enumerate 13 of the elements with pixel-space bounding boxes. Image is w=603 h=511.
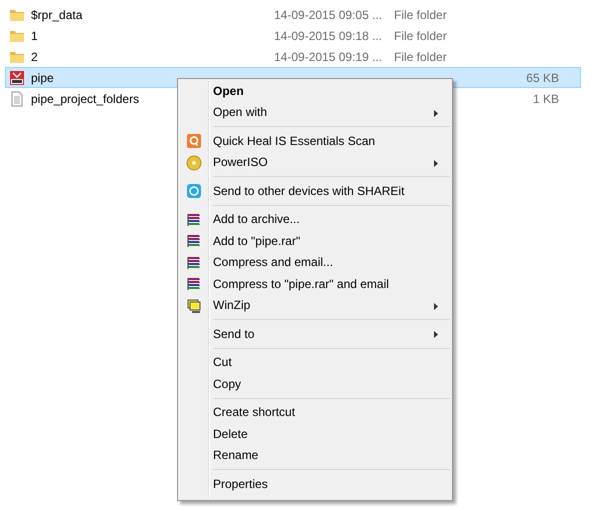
file-name: 1 [31, 28, 38, 44]
file-date: 14-09-2015 09:19 ... [274, 48, 382, 66]
file-date: 14-09-2015 09:18 ... [274, 28, 382, 44]
file-name: pipe [31, 70, 54, 86]
file-size: 1 KB [532, 90, 559, 108]
file-type: File folder [394, 48, 447, 66]
file-name: pipe_project_folders [31, 90, 140, 108]
file-type: File folder [394, 6, 447, 24]
file-size: 65 KB [526, 70, 559, 86]
file-type: File folder [394, 28, 447, 44]
file-name: 2 [31, 48, 38, 66]
file-date: 14-09-2015 09:05 ... [274, 6, 382, 24]
file-name: $rpr_data [31, 6, 82, 24]
